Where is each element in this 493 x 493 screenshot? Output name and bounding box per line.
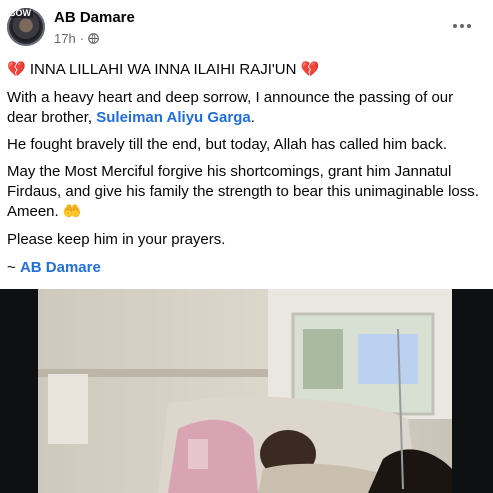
photo-scene [38, 289, 452, 493]
author-avatar[interactable]: BOW [7, 8, 45, 46]
signoff-prefix: ~ [7, 259, 20, 276]
post-title: INNA LILLAHI WA INNA ILAIHI RAJI'UN [29, 61, 297, 78]
meta-dot: · [79, 31, 85, 46]
broken-heart-icon: 💔 [7, 61, 26, 78]
post-time[interactable]: 17h [54, 31, 76, 46]
post-header: BOW AB Damare 17h · [0, 0, 493, 54]
more-options-icon[interactable] [449, 16, 475, 36]
avatar-badge: BOW [7, 8, 33, 18]
mention-link[interactable]: Suleiman Aliyu Garga [96, 109, 251, 126]
paragraph-prayer: May the Most Merciful forgive his shortc… [7, 162, 483, 222]
signoff: ~ AB Damare [7, 258, 483, 278]
post-title-line: 💔 INNA LILLAHI WA INNA ILAIHI RAJI'UN 💔 [7, 60, 319, 80]
announcement-end: . [250, 109, 255, 126]
paragraph-keep: Please keep him in your prayers. [7, 231, 226, 248]
praying-hands-icon: 🤲 [62, 203, 82, 220]
post-photo[interactable] [0, 289, 493, 493]
globe-icon [88, 33, 99, 44]
paragraph-fought: He fought bravely till the end, but toda… [7, 136, 447, 153]
author-name[interactable]: AB Damare [54, 9, 135, 26]
paragraph-announcement: With a heavy heart and deep sorrow, I an… [7, 88, 483, 128]
post-meta: 17h · [54, 31, 99, 46]
signoff-link[interactable]: AB Damare [20, 259, 101, 276]
broken-heart-icon: 💔 [300, 61, 320, 78]
